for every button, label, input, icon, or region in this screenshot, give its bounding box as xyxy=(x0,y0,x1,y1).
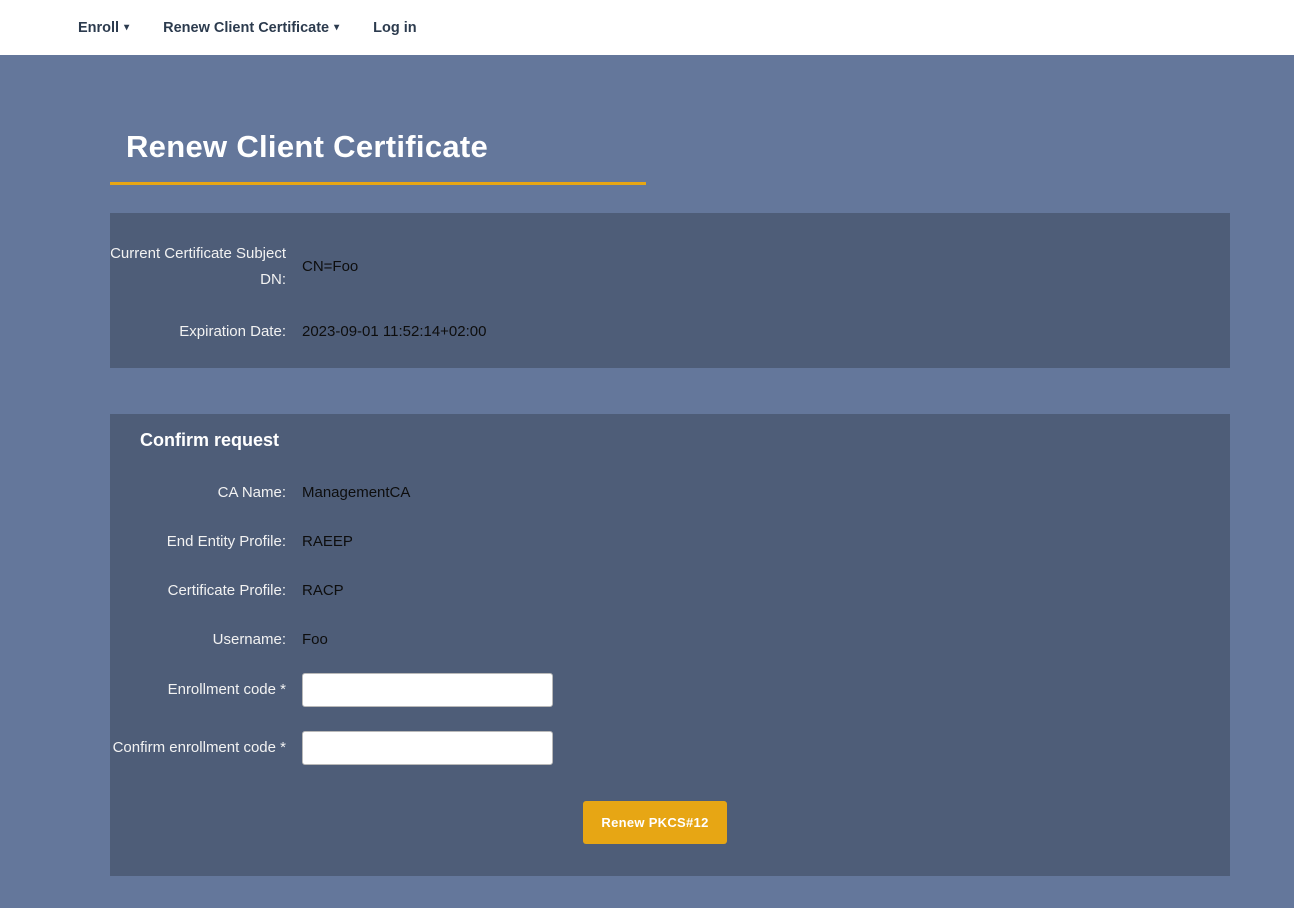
confirm-request-panel: Confirm request CA Name: ManagementCA En… xyxy=(110,414,1230,876)
confirm-enrollment-code-row: Confirm enrollment code * xyxy=(110,731,1200,765)
ca-name-value: ManagementCA xyxy=(302,484,410,501)
expiration-date-label: Expiration Date: xyxy=(110,319,286,345)
certificate-profile-label: Certificate Profile: xyxy=(110,578,286,604)
main-content: Renew Client Certificate Current Certifi… xyxy=(110,129,1230,876)
ca-name-row: CA Name: ManagementCA xyxy=(110,477,1200,508)
confirm-enrollment-code-label: Confirm enrollment code * xyxy=(110,735,286,761)
nav-item-log-in[interactable]: Log in xyxy=(373,20,417,36)
certificate-profile-value: RACP xyxy=(302,582,344,599)
username-value: Foo xyxy=(302,631,328,648)
top-navbar: Enroll ▾ Renew Client Certificate ▾ Log … xyxy=(0,0,1294,55)
nav-item-renew-client-certificate[interactable]: Renew Client Certificate ▾ xyxy=(163,20,339,36)
page-title: Renew Client Certificate xyxy=(110,129,1230,165)
nav-item-renew-label: Renew Client Certificate xyxy=(163,20,329,36)
enrollment-code-row: Enrollment code * xyxy=(110,673,1200,707)
expiration-date-row: Expiration Date: 2023-09-01 11:52:14+02:… xyxy=(110,319,1200,345)
nav-item-enroll[interactable]: Enroll ▾ xyxy=(78,20,129,36)
nav-item-enroll-label: Enroll xyxy=(78,20,119,36)
username-row: Username: Foo xyxy=(110,624,1200,655)
renew-pkcs12-button[interactable]: Renew PKCS#12 xyxy=(583,801,726,844)
end-entity-profile-label: End Entity Profile: xyxy=(110,529,286,555)
enrollment-code-label: Enrollment code * xyxy=(110,677,286,703)
caret-down-icon: ▾ xyxy=(334,22,339,33)
certificate-profile-row: Certificate Profile: RACP xyxy=(110,575,1200,606)
confirm-enrollment-code-input[interactable] xyxy=(302,731,553,765)
current-certificate-panel: Current Certificate Subject DN: CN=Foo E… xyxy=(110,213,1230,368)
subject-dn-row: Current Certificate Subject DN: CN=Foo xyxy=(110,241,1200,293)
subject-dn-value: CN=Foo xyxy=(302,258,358,275)
enrollment-code-input[interactable] xyxy=(302,673,553,707)
title-underline xyxy=(110,182,646,185)
expiration-date-value: 2023-09-01 11:52:14+02:00 xyxy=(302,323,486,340)
ca-name-label: CA Name: xyxy=(110,480,286,506)
confirm-request-heading: Confirm request xyxy=(110,430,1200,451)
username-label: Username: xyxy=(110,627,286,653)
nav-item-log-in-label: Log in xyxy=(373,20,417,36)
caret-down-icon: ▾ xyxy=(124,22,129,33)
subject-dn-label: Current Certificate Subject DN: xyxy=(110,241,286,293)
button-row: Renew PKCS#12 xyxy=(110,801,1200,844)
end-entity-profile-value: RAEEP xyxy=(302,533,353,550)
end-entity-profile-row: End Entity Profile: RAEEP xyxy=(110,526,1200,557)
